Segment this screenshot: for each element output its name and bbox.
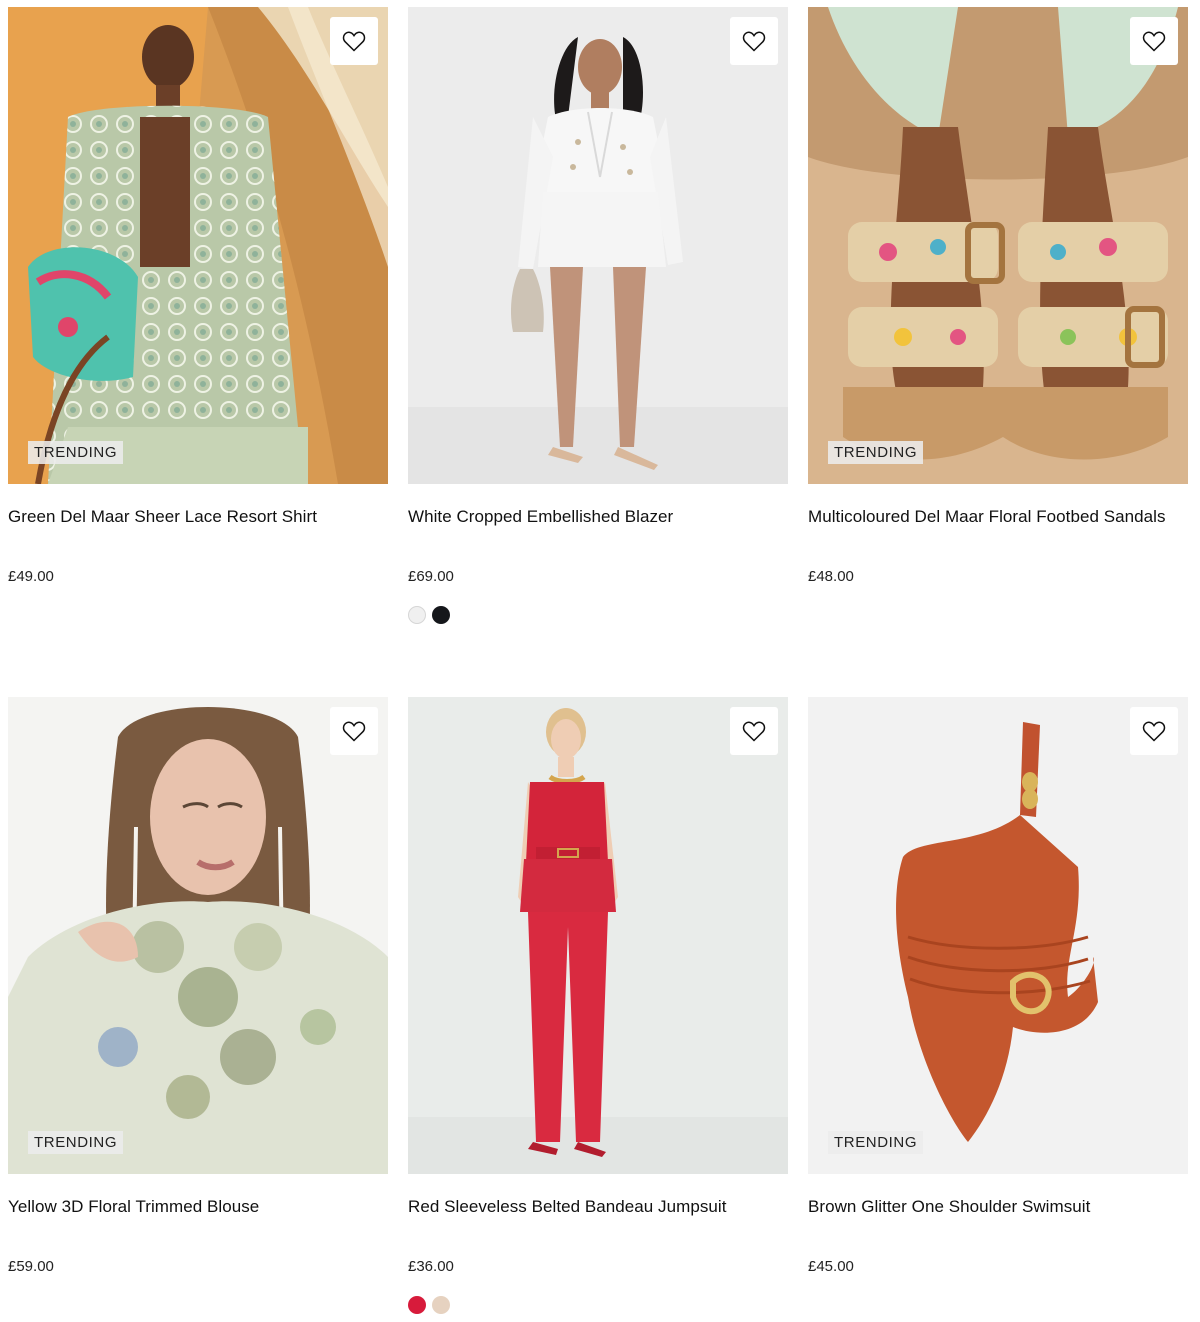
color-swatch-beige[interactable]	[432, 1296, 450, 1314]
product-photo-white-blazer	[408, 7, 788, 484]
product-title[interactable]: Yellow 3D Floral Trimmed Blouse	[8, 1196, 388, 1218]
color-swatch-black[interactable]	[432, 606, 450, 624]
product-image[interactable]: TRENDING	[8, 7, 388, 484]
wishlist-button[interactable]	[1130, 17, 1178, 65]
product-title[interactable]: White Cropped Embellished Blazer	[408, 506, 788, 528]
product-image[interactable]: TRENDING	[808, 697, 1188, 1174]
product-price: £48.00	[808, 568, 854, 585]
color-swatches	[408, 606, 788, 624]
wishlist-button[interactable]	[730, 707, 778, 755]
product-title[interactable]: Green Del Maar Sheer Lace Resort Shirt	[8, 506, 388, 528]
product-card[interactable]: Red Sleeveless Belted Bandeau Jumpsuit £…	[408, 697, 788, 1314]
product-photo-red-jumpsuit	[408, 697, 788, 1174]
color-swatches	[408, 1296, 788, 1314]
product-card[interactable]: TRENDING Brown Glitter One Shoulder Swim…	[808, 697, 1188, 1277]
heart-outline-icon	[1142, 721, 1166, 742]
product-card[interactable]: TRENDING Multicoloured Del Maar Floral F…	[808, 7, 1188, 587]
product-photo-lace-shirt	[8, 7, 388, 484]
heart-outline-icon	[742, 31, 766, 52]
product-image[interactable]	[408, 7, 788, 484]
trending-badge: TRENDING	[828, 1131, 924, 1154]
product-card[interactable]: TRENDING Yellow 3D Floral Trimmed Blouse…	[8, 697, 388, 1277]
product-card[interactable]: White Cropped Embellished Blazer £69.00	[408, 7, 788, 624]
product-image[interactable]	[408, 697, 788, 1174]
color-swatch-white[interactable]	[408, 606, 426, 624]
product-price: £49.00	[8, 568, 54, 585]
product-photo-glitter-swimsuit	[808, 697, 1188, 1174]
product-price: £59.00	[8, 1258, 54, 1275]
trending-badge: TRENDING	[28, 441, 124, 464]
wishlist-button[interactable]	[330, 17, 378, 65]
product-price: £36.00	[408, 1258, 454, 1275]
product-price: £45.00	[808, 1258, 854, 1275]
product-title[interactable]: Brown Glitter One Shoulder Swimsuit	[808, 1196, 1188, 1218]
wishlist-button[interactable]	[330, 707, 378, 755]
trending-badge: TRENDING	[828, 441, 924, 464]
wishlist-button[interactable]	[730, 17, 778, 65]
heart-outline-icon	[342, 31, 366, 52]
product-photo-floral-sandals	[808, 7, 1188, 484]
product-title[interactable]: Red Sleeveless Belted Bandeau Jumpsuit	[408, 1196, 788, 1218]
product-price: £69.00	[408, 568, 454, 585]
product-photo-floral-blouse	[8, 697, 388, 1174]
product-image[interactable]: TRENDING	[808, 7, 1188, 484]
heart-outline-icon	[742, 721, 766, 742]
product-card[interactable]: TRENDING Green Del Maar Sheer Lace Resor…	[8, 7, 388, 587]
product-title[interactable]: Multicoloured Del Maar Floral Footbed Sa…	[808, 506, 1188, 528]
heart-outline-icon	[1142, 31, 1166, 52]
product-image[interactable]: TRENDING	[8, 697, 388, 1174]
heart-outline-icon	[342, 721, 366, 742]
color-swatch-red[interactable]	[408, 1296, 426, 1314]
trending-badge: TRENDING	[28, 1131, 124, 1154]
wishlist-button[interactable]	[1130, 707, 1178, 755]
